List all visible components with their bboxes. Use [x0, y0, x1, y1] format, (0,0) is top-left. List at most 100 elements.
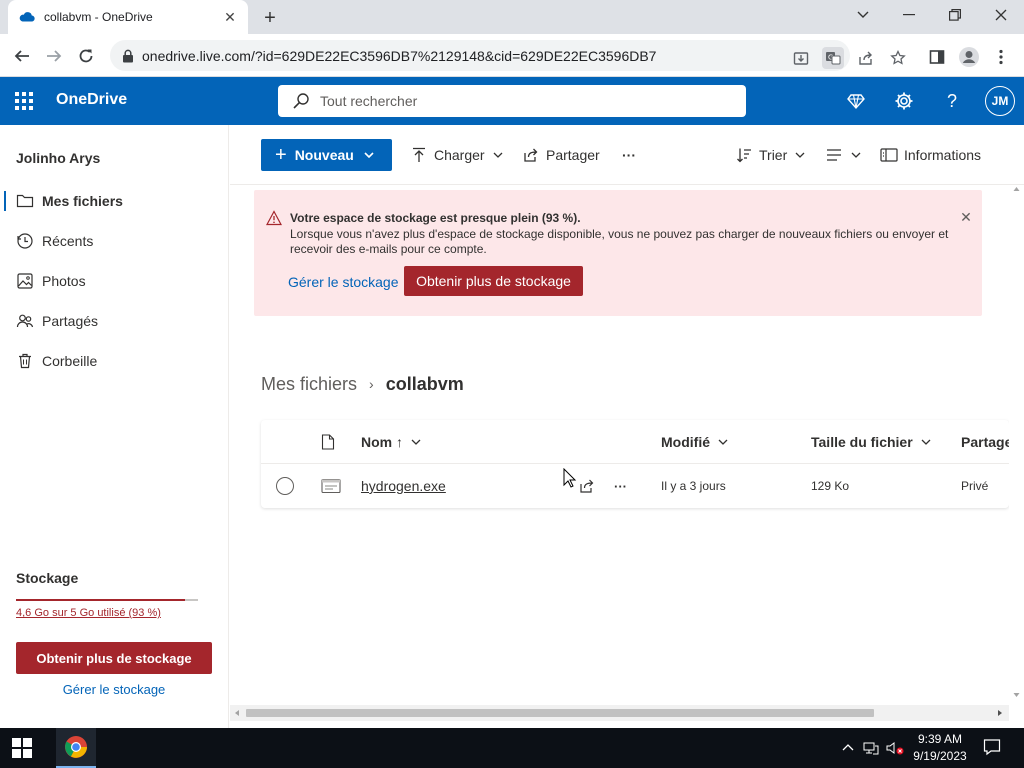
profile-icon[interactable] [956, 44, 982, 70]
left-navigation: Jolinho Arys Mes fichiers Récents Photos… [0, 125, 229, 728]
sidebar-item-label: Photos [42, 273, 86, 289]
bookmark-star-icon[interactable] [887, 47, 909, 69]
account-avatar[interactable]: JM [985, 86, 1015, 116]
information-button[interactable]: Informations [880, 143, 981, 167]
browser-menu-icon[interactable] [988, 44, 1014, 70]
sidebar-item-photos[interactable]: Photos [0, 263, 228, 299]
sidebar-item-recent[interactable]: Récents [0, 223, 228, 259]
alert-title: Votre espace de stockage est presque ple… [290, 211, 581, 225]
share-label: Partager [546, 147, 600, 163]
upload-label: Charger [434, 147, 485, 163]
windows-start-icon[interactable] [12, 738, 32, 758]
sidebar-item-label: Mes fichiers [42, 193, 123, 209]
file-type-header-icon[interactable] [321, 420, 335, 464]
sidebar-item-my-files[interactable]: Mes fichiers [0, 183, 228, 219]
manage-storage-link[interactable]: Gérer le stockage [16, 682, 212, 697]
search-placeholder: Tout rechercher [320, 93, 418, 109]
brand-title[interactable]: OneDrive [56, 91, 127, 109]
chevron-up-icon[interactable] [840, 740, 856, 756]
lock-icon [122, 49, 134, 63]
sidebar-item-shared[interactable]: Partagés [0, 303, 228, 339]
column-header-modified[interactable]: Modifié [661, 420, 728, 464]
people-icon [16, 312, 34, 330]
browser-tab[interactable]: collabvm - OneDrive ✕ [8, 0, 248, 34]
back-arrow-icon[interactable] [8, 42, 36, 70]
sidebar-item-recycle-bin[interactable]: Corbeille [0, 343, 228, 379]
minimize-button[interactable] [886, 0, 932, 30]
search-input[interactable]: Tout rechercher [278, 85, 746, 117]
help-question-icon[interactable]: ? [940, 89, 964, 113]
chevron-down-icon [364, 152, 374, 158]
sidepanel-icon[interactable] [924, 44, 950, 70]
alert-body: Lorsque vous n'avez plus d'espace de sto… [290, 227, 949, 256]
horizontal-scrollbar[interactable] [230, 705, 1009, 721]
settings-gear-icon[interactable] [892, 89, 916, 113]
more-commands-button[interactable]: ··· [622, 143, 636, 167]
install-app-icon[interactable] [790, 47, 812, 69]
restore-button[interactable] [932, 0, 978, 30]
row-more-actions-button[interactable]: ··· [614, 464, 627, 508]
notification-icon[interactable] [983, 738, 1001, 756]
column-header-name[interactable]: Nom ↑ [361, 420, 421, 464]
taskbar-clock[interactable]: 9:39 AM 9/19/2023 [905, 731, 975, 765]
column-size-label: Taille du fichier [811, 434, 913, 450]
sidebar-item-label: Partagés [42, 313, 99, 329]
storage-usage-link[interactable]: 4,6 Go sur 5 Go utilisé (93 %) [16, 607, 161, 619]
translate-icon[interactable]: G [822, 47, 844, 69]
get-more-storage-button[interactable]: Obtenir plus de stockage [16, 642, 212, 674]
onedrive-header: OneDrive Tout rechercher ? JM [0, 77, 1024, 125]
tab-search-icon[interactable] [840, 0, 886, 30]
sort-icon [735, 146, 753, 164]
close-window-button[interactable] [978, 0, 1024, 30]
address-bar[interactable]: onedrive.live.com/?id=629DE22EC3596DB7%2… [110, 40, 850, 71]
list-view-icon [825, 146, 843, 164]
trash-icon [16, 352, 34, 370]
close-icon[interactable]: ✕ [958, 209, 974, 225]
vertical-scrollbar[interactable] [1009, 185, 1024, 705]
reload-icon[interactable] [72, 42, 100, 70]
premium-diamond-icon[interactable] [844, 89, 868, 113]
file-size: 129 Ko [811, 479, 850, 493]
column-name-label: Nom ↑ [361, 434, 403, 450]
row-select-radio[interactable] [276, 464, 294, 508]
new-button[interactable]: + Nouveau [261, 139, 392, 171]
file-name-link[interactable]: hydrogen.exe [361, 464, 446, 508]
folder-icon [16, 192, 34, 210]
alert-manage-storage-link[interactable]: Gérer le stockage [288, 274, 399, 290]
table-row[interactable]: hydrogen.exe ··· Il y a 3 jours 129 Ko P… [261, 464, 1009, 508]
upload-button[interactable]: Charger [410, 143, 503, 167]
volume-muted-icon[interactable] [886, 740, 904, 756]
share-page-icon[interactable] [855, 47, 877, 69]
app-launcher-icon[interactable] [14, 91, 34, 111]
chevron-down-icon [795, 152, 805, 158]
horizontal-scroll-thumb[interactable] [246, 709, 874, 717]
user-name: Jolinho Arys [16, 150, 101, 166]
forward-arrow-icon[interactable] [40, 42, 68, 70]
network-icon[interactable] [863, 740, 879, 756]
chevron-down-icon [493, 152, 503, 158]
upload-icon [410, 146, 428, 164]
command-bar: + Nouveau Charger Partager ··· Trier Inf… [230, 125, 1024, 185]
chevron-down-icon [921, 439, 931, 445]
alert-get-more-storage-button[interactable]: Obtenir plus de stockage [404, 266, 583, 296]
share-icon [522, 146, 540, 164]
tab-close-icon[interactable]: ✕ [222, 9, 238, 25]
clock-time: 9:39 AM [917, 732, 963, 746]
column-header-size[interactable]: Taille du fichier [811, 420, 931, 464]
sort-button[interactable]: Trier [735, 143, 805, 167]
row-share-icon[interactable] [579, 464, 595, 508]
info-pane-icon [880, 146, 898, 164]
onedrive-cloud-icon [18, 8, 36, 26]
column-header-sharing[interactable]: Partage [961, 420, 1009, 464]
share-button[interactable]: Partager [522, 143, 600, 167]
new-tab-button[interactable]: + [258, 6, 282, 30]
chevron-down-icon [851, 152, 861, 158]
view-options-button[interactable] [825, 143, 861, 167]
file-name: hydrogen.exe [361, 478, 446, 494]
storage-progress-fill [16, 599, 186, 601]
information-label: Informations [904, 147, 982, 163]
chrome-taskbar-icon[interactable] [56, 728, 96, 768]
breadcrumb-parent[interactable]: Mes fichiers [261, 374, 357, 395]
exe-file-icon [321, 464, 341, 508]
mouse-cursor-icon [563, 468, 577, 488]
